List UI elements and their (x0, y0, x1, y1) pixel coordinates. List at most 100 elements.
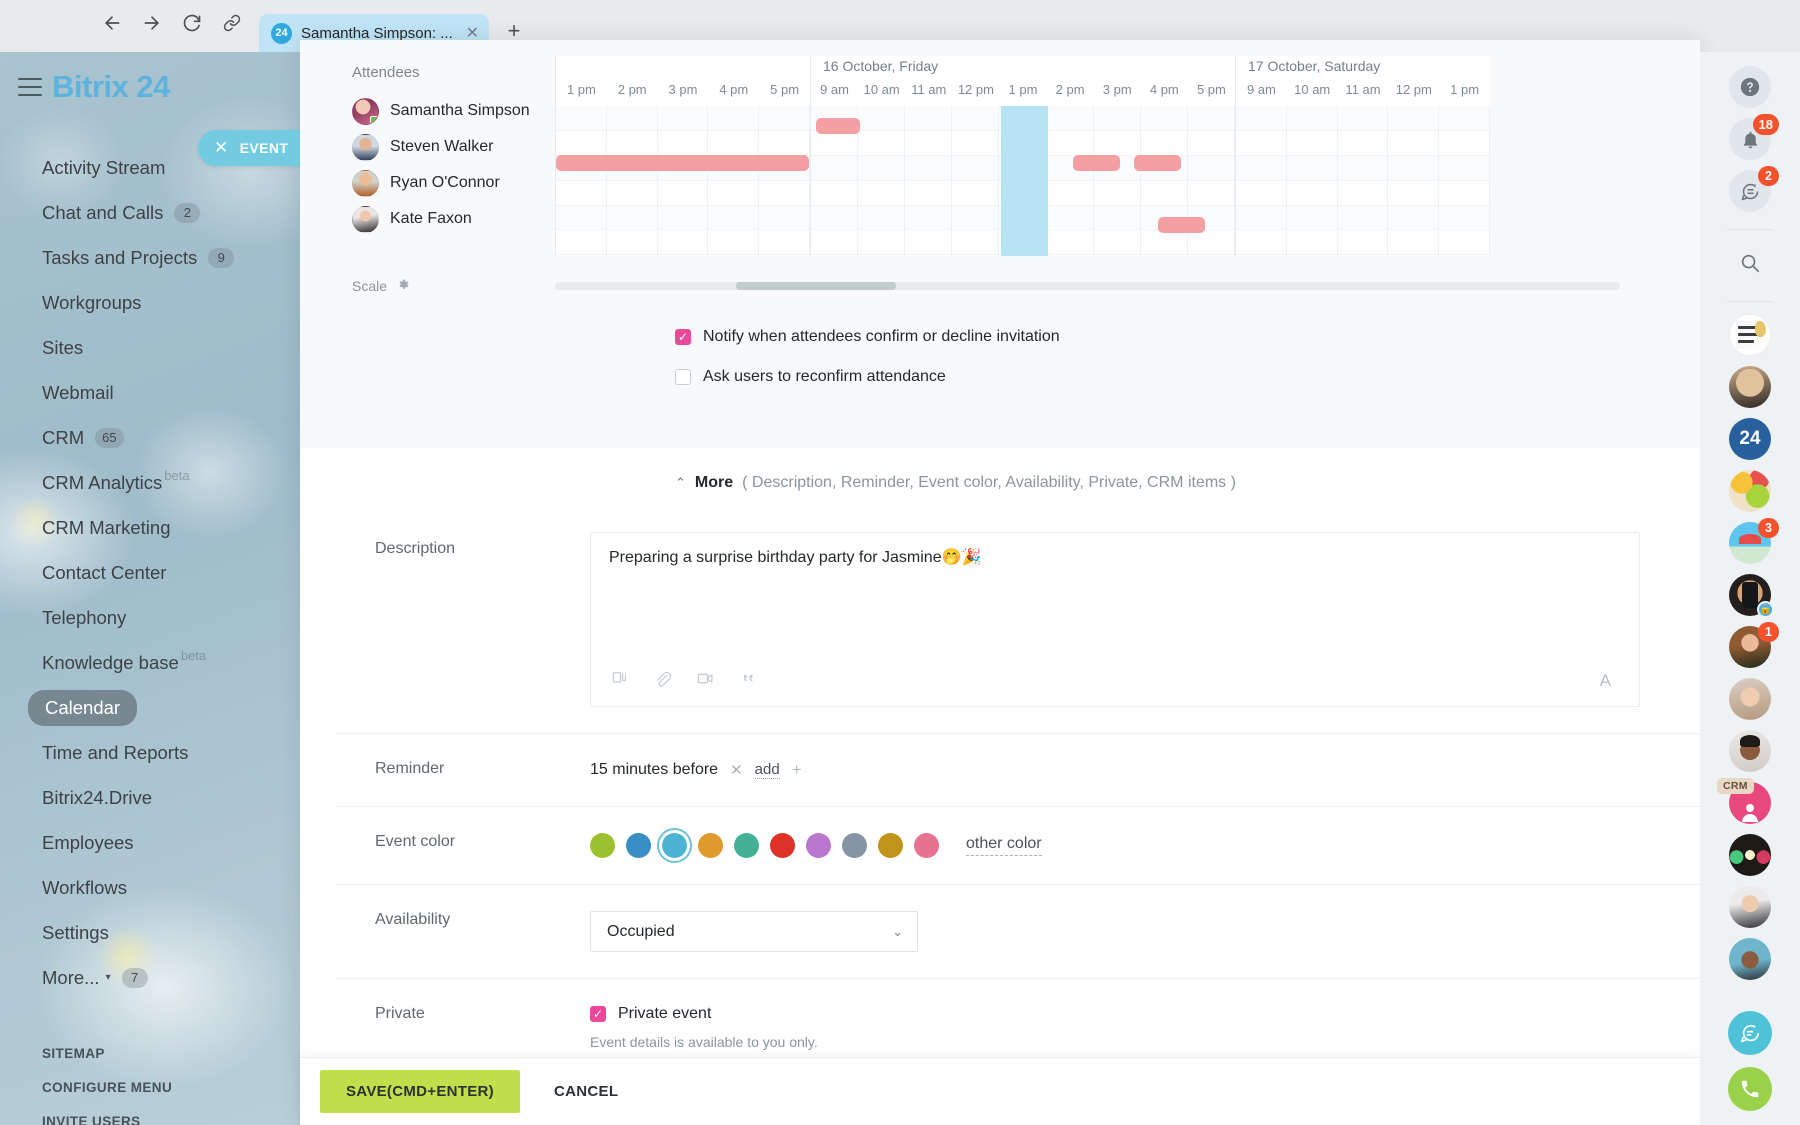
sidebar-item-webmail[interactable]: Webmail (0, 370, 300, 415)
timeline-day-17-october[interactable]: 17 October, Saturday 9 am 10 am 11 am 12… (1235, 56, 1490, 256)
attach-link-icon[interactable] (654, 670, 672, 693)
record-video-icon[interactable] (696, 670, 715, 692)
timeline-scrollbar[interactable] (555, 282, 1620, 290)
sidebar-item-contact-center[interactable]: Contact Center (0, 550, 300, 595)
reconfirm-checkbox-row[interactable]: Ask users to reconfirm attendance (300, 368, 1700, 386)
avatar-redhead[interactable]: 1 (1729, 626, 1771, 668)
plus-icon[interactable]: + (792, 760, 802, 780)
sidebar-item-settings[interactable]: Settings (0, 910, 300, 955)
sidebar-item-sites[interactable]: Sites (0, 325, 300, 370)
sidebar-item-workgroups[interactable]: Workgroups (0, 280, 300, 325)
color-swatch-8[interactable] (878, 833, 903, 858)
color-swatch-2[interactable] (662, 833, 687, 858)
other-color-link[interactable]: other color (966, 835, 1042, 856)
sidebar-item-crm[interactable]: CRM65 (0, 415, 300, 460)
help-button[interactable] (1729, 66, 1771, 108)
search-button[interactable] (1729, 242, 1771, 284)
notify-checkbox-row[interactable]: Notify when attendees confirm or decline… (300, 328, 1700, 346)
attendee-row[interactable]: Samantha Simpson (352, 93, 555, 129)
sidebar-item-telephony[interactable]: Telephony (0, 595, 300, 640)
save-button[interactable]: SAVE(CMD+ENTER) (320, 1070, 520, 1113)
call-button[interactable] (1728, 1067, 1772, 1111)
selected-time-band[interactable] (1001, 106, 1048, 256)
chevron-up-icon[interactable]: ⌃ (675, 475, 686, 491)
link-button[interactable] (215, 6, 249, 40)
color-swatch-5[interactable] (770, 833, 795, 858)
avatar-paraglider[interactable]: 3 (1729, 522, 1771, 564)
cancel-button[interactable]: CANCEL (548, 1082, 624, 1101)
messages-button[interactable]: 2 (1729, 170, 1771, 212)
avatar-phone[interactable]: 🔒 (1729, 574, 1771, 616)
chevron-down-icon[interactable]: ⌄ (892, 924, 903, 940)
sidebar-item-crm-marketing[interactable]: CRM Marketing (0, 505, 300, 550)
sidebar-item-employees[interactable]: Employees (0, 820, 300, 865)
slider-scroll-area[interactable]: Attendees Samantha Simpson Steven Walker… (300, 40, 1700, 1057)
sidebar-item-label: Bitrix24.Drive (42, 787, 152, 809)
sidebar-item-bitrix24-drive[interactable]: Bitrix24.Drive (0, 775, 300, 820)
back-button[interactable] (95, 6, 129, 40)
color-swatch-1[interactable] (626, 833, 651, 858)
sitemap-link[interactable]: SITEMAP (0, 1036, 300, 1070)
sidebar-item-activity-stream[interactable]: Activity Stream (0, 145, 300, 190)
avatar-note[interactable] (1729, 314, 1771, 356)
sidebar-item-time-and-reports[interactable]: Time and Reports (0, 730, 300, 775)
avatar-afro[interactable] (1729, 938, 1771, 980)
messenger-button[interactable] (1728, 1011, 1772, 1055)
sidebar-item-workflows[interactable]: Workflows (0, 865, 300, 910)
sidebar-item-calendar[interactable]: Calendar (0, 685, 300, 730)
sidebar-item-more[interactable]: More...▾7 (0, 955, 300, 1000)
color-swatch-0[interactable] (590, 833, 615, 858)
reload-button[interactable] (175, 6, 209, 40)
notify-checkbox[interactable] (675, 329, 691, 345)
avatar-woman-chair[interactable] (1729, 886, 1771, 928)
add-reminder-link[interactable]: add (755, 761, 780, 779)
color-swatch-4[interactable] (734, 833, 759, 858)
timeline-grid[interactable]: 1 pm 2 pm 3 pm 4 pm 5 pm (555, 56, 1660, 256)
color-swatch-7[interactable] (842, 833, 867, 858)
hour-label: 2 pm (1047, 82, 1094, 104)
description-text[interactable]: Preparing a surprise birthday party for … (591, 533, 1639, 581)
notifications-button[interactable]: 18 (1729, 118, 1771, 160)
avatar-bitrix24[interactable]: 24 (1729, 418, 1771, 460)
attendee-row[interactable]: Steven Walker (352, 129, 555, 165)
avatar-glasses-man[interactable] (1729, 366, 1771, 408)
sidebar-item-knowledge-base[interactable]: Knowledge basebeta (0, 640, 300, 685)
sidebar-item-label: Knowledge base (42, 652, 179, 674)
gear-icon[interactable] (397, 278, 410, 294)
description-editor[interactable]: Preparing a surprise birthday party for … (590, 532, 1640, 707)
attendee-row[interactable]: Kate Faxon (352, 201, 555, 237)
availability-select[interactable]: Occupied ⌄ (590, 911, 918, 952)
timeline-day-16-october[interactable]: 16 October, Friday 9 am 10 am 11 am 12 p… (810, 56, 1235, 256)
attendee-row[interactable]: Ryan O'Connor (352, 165, 555, 201)
private-checkbox[interactable] (590, 1006, 606, 1022)
color-swatch-6[interactable] (806, 833, 831, 858)
invite-users-link[interactable]: INVITE USERS (0, 1104, 300, 1125)
hour-label: 10 am (1287, 82, 1338, 104)
sidebar-item-tasks-and-projects[interactable]: Tasks and Projects9 (0, 235, 300, 280)
reconfirm-checkbox[interactable] (675, 369, 691, 385)
configure-menu-link[interactable]: CONFIGURE MENU (0, 1070, 300, 1104)
avatar-crm[interactable]: CRM (1729, 782, 1771, 824)
insert-media-icon[interactable] (611, 670, 630, 692)
sidebar-item-chat-and-calls[interactable]: Chat and Calls2 (0, 190, 300, 235)
color-swatch-3[interactable] (698, 833, 723, 858)
help-icon[interactable] (1729, 66, 1771, 108)
search-icon[interactable] (1729, 242, 1771, 284)
menu-burger-icon[interactable] (18, 78, 42, 96)
quote-icon[interactable] (739, 670, 756, 692)
avatar-lights[interactable] (1729, 834, 1771, 876)
remove-reminder-icon[interactable]: ✕ (730, 761, 743, 779)
color-swatch-9[interactable] (914, 833, 939, 858)
forward-button[interactable] (135, 6, 169, 40)
more-toggle-row[interactable]: ⌃ More ( Description, Reminder, Event co… (300, 448, 1700, 514)
timeline-day-partial[interactable]: 1 pm 2 pm 3 pm 4 pm 5 pm (555, 56, 810, 256)
sidebar-item-crm-analytics[interactable]: CRM Analyticsbeta (0, 460, 300, 505)
avatar-curly[interactable] (1729, 678, 1771, 720)
left-sidebar: Bitrix 24 ✕ EVENT Activity Stream Chat a… (0, 52, 300, 1125)
font-icon[interactable]: A (1600, 671, 1611, 691)
scrollbar-thumb[interactable] (736, 282, 896, 290)
logo[interactable]: Bitrix 24 (52, 69, 170, 105)
private-checkbox-row[interactable]: Private event (590, 1005, 1640, 1023)
avatar-fruit[interactable] (1729, 470, 1771, 512)
avatar-teen[interactable] (1729, 730, 1771, 772)
